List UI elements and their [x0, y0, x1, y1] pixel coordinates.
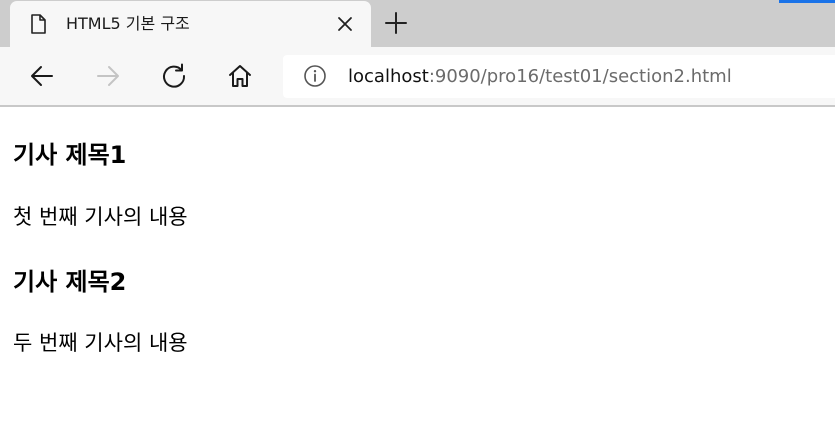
- refresh-icon[interactable]: [160, 62, 188, 90]
- plus-icon[interactable]: [383, 10, 409, 36]
- article-title: 기사 제목2: [13, 268, 127, 296]
- home-icon[interactable]: [226, 62, 254, 90]
- forward-arrow-icon[interactable]: [94, 62, 122, 90]
- url-host: localhost: [348, 66, 429, 87]
- tab-active[interactable]: HTML5 기본 구조: [10, 1, 371, 47]
- tab-title: HTML5 기본 구조: [66, 14, 190, 33]
- article-body: 첫 번째 기사의 내용: [13, 205, 188, 229]
- browser-window: HTML5 기본 구조 localhost:9090/pro16/test01/…: [0, 0, 835, 448]
- url-path: :9090/pro16/test01/section2.html: [428, 66, 732, 87]
- accent-bar: [779, 0, 835, 3]
- address-bar[interactable]: localhost:9090/pro16/test01/section2.htm…: [283, 55, 835, 98]
- tab-strip: HTML5 기본 구조: [0, 0, 835, 47]
- back-arrow-icon[interactable]: [28, 62, 56, 90]
- toolbar: localhost:9090/pro16/test01/section2.htm…: [0, 47, 835, 107]
- url-text[interactable]: localhost:9090/pro16/test01/section2.htm…: [348, 65, 732, 89]
- article-body: 두 번째 기사의 내용: [13, 331, 188, 355]
- page-content: 기사 제목1 첫 번째 기사의 내용 기사 제목2 두 번째 기사의 내용: [0, 107, 835, 448]
- article-title: 기사 제목1: [13, 141, 127, 169]
- close-icon[interactable]: [334, 13, 356, 35]
- info-icon[interactable]: [303, 64, 327, 88]
- page-icon: [31, 14, 46, 34]
